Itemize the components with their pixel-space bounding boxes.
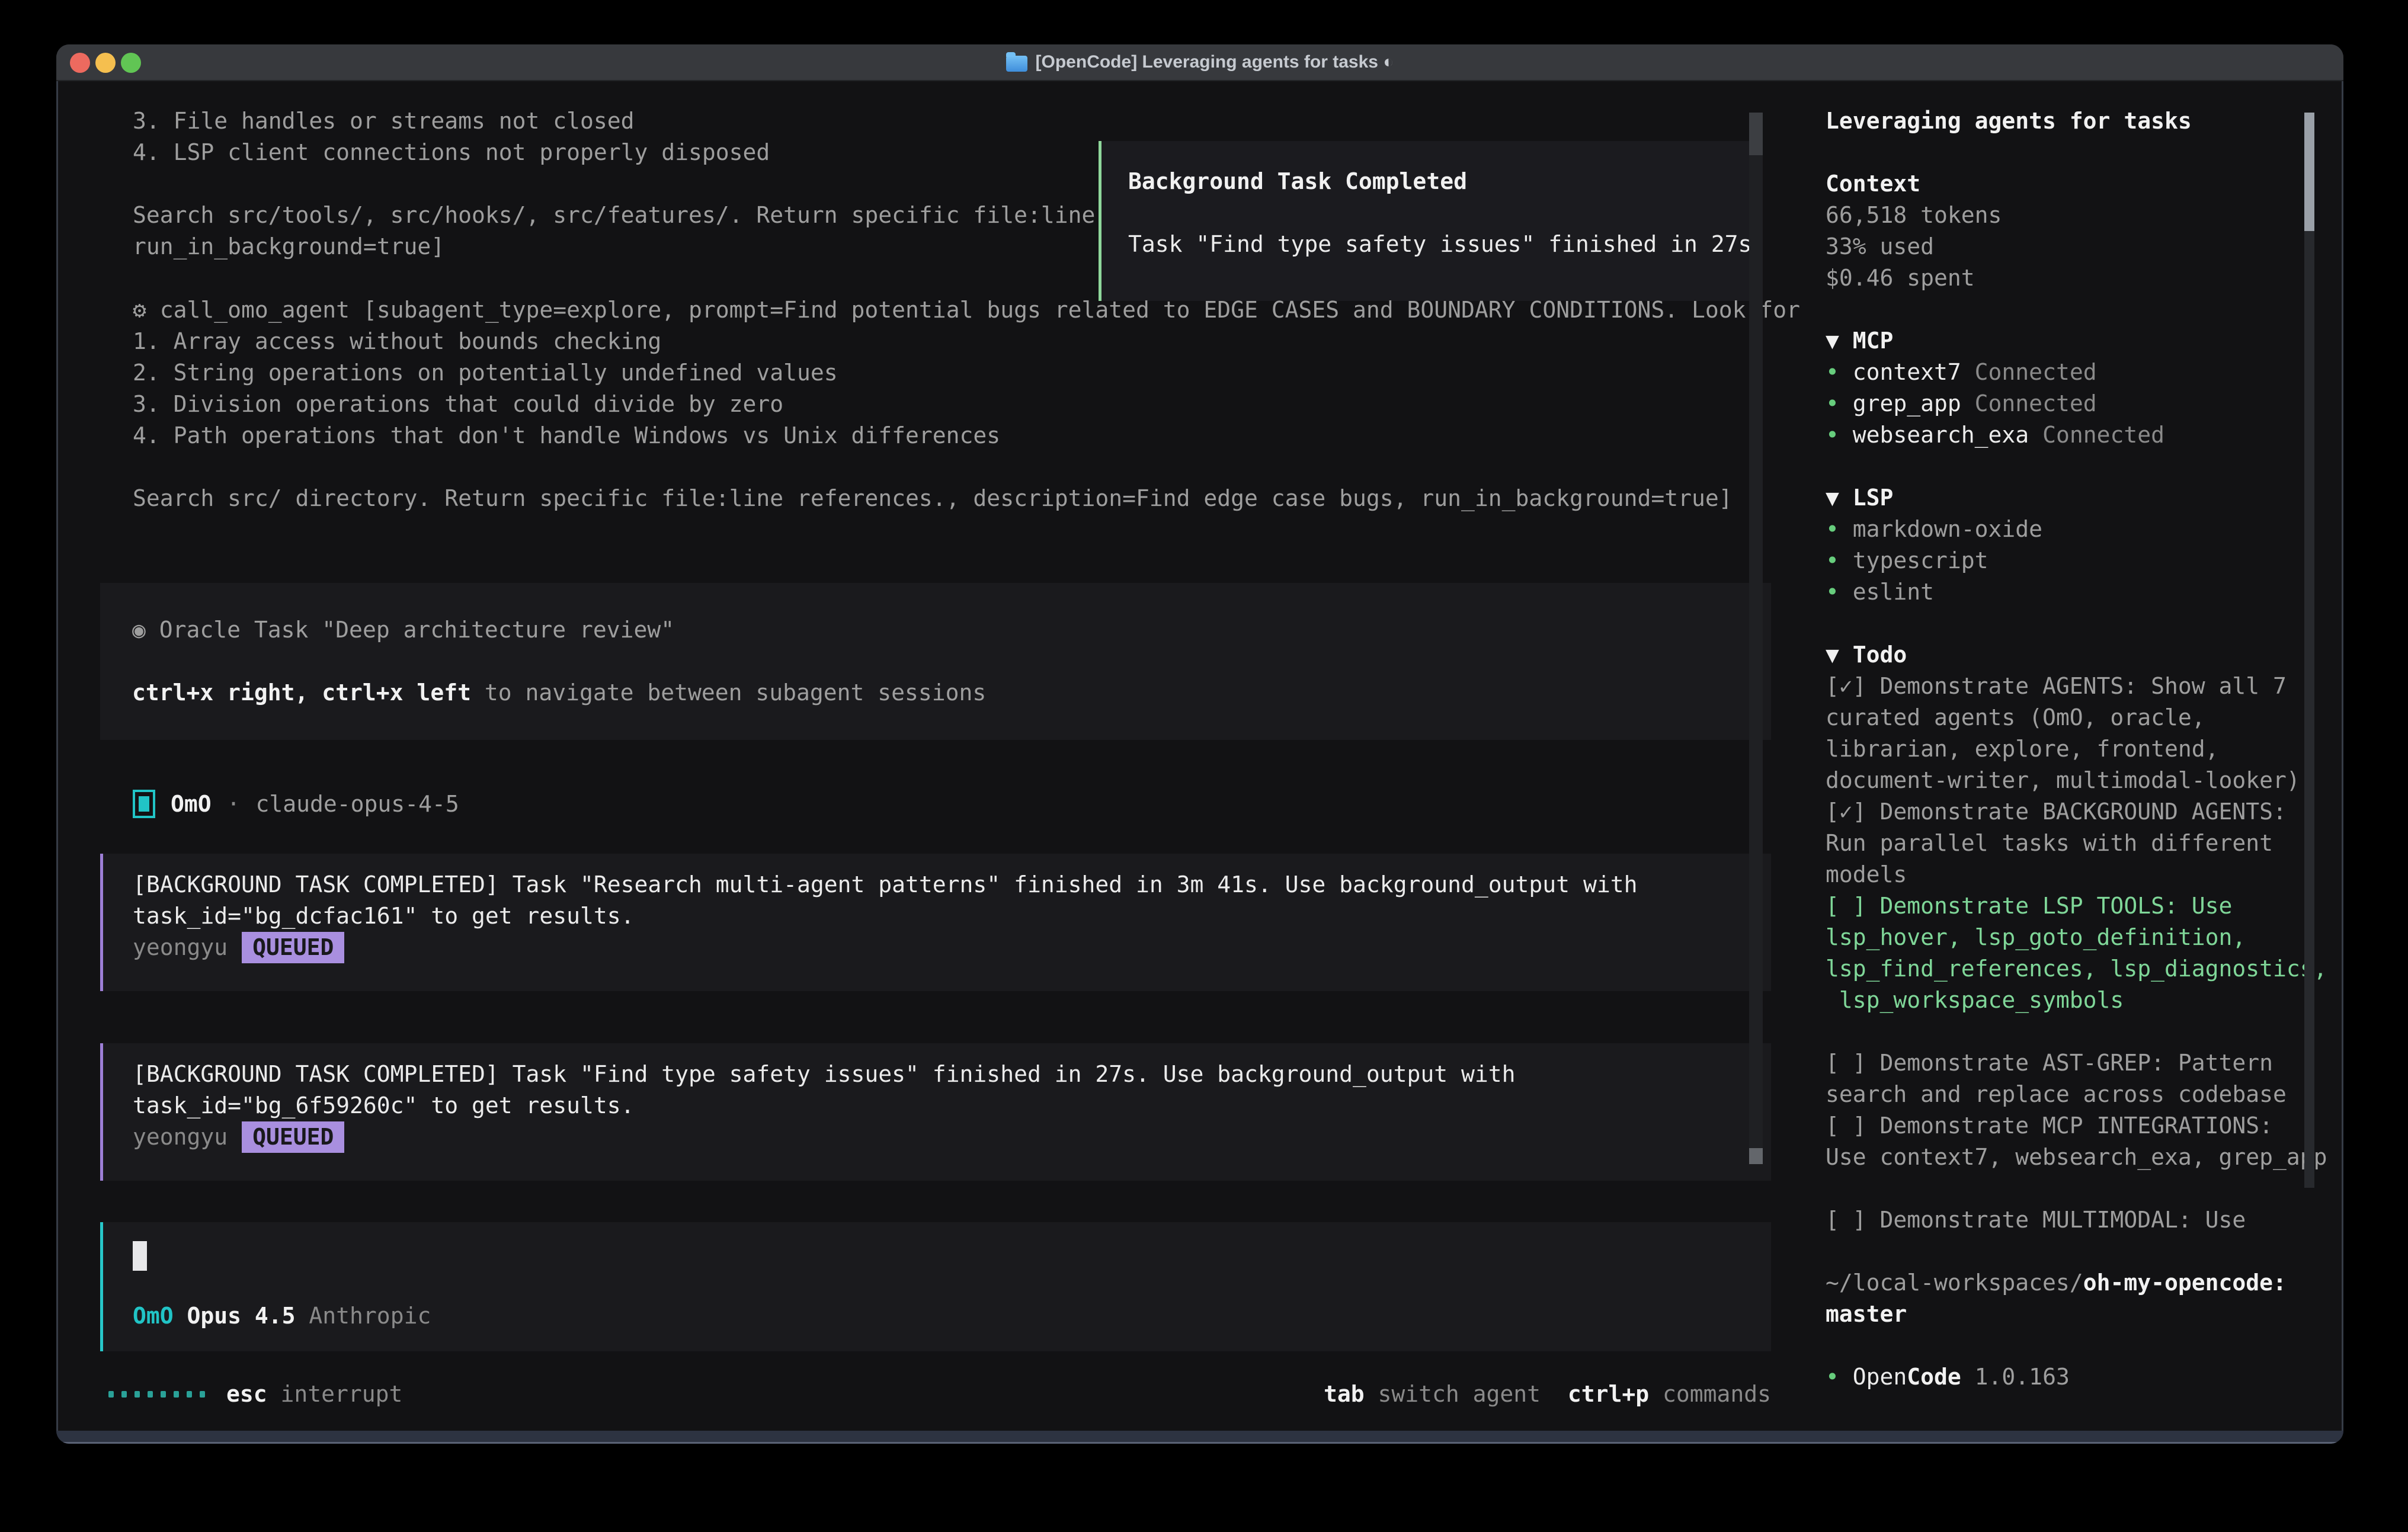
input-provider: Anthropic bbox=[309, 1300, 431, 1332]
task-line2: task_id="bg_6f59260c" to get results. bbox=[133, 1090, 1771, 1121]
oracle-hint-text: to navigate between subagent sessions bbox=[471, 680, 986, 706]
todo-item-pending: [ ] Demonstrate MCP INTEGRATIONS: Use co… bbox=[1826, 1110, 2342, 1173]
green-dot-icon: • bbox=[1826, 516, 1853, 542]
background-task-message: [BACKGROUND TASK COMPLETED] Task "Resear… bbox=[100, 854, 1771, 991]
agent-header: OmO · claude-opus-4-5 bbox=[133, 786, 459, 822]
esc-key-hint: esc bbox=[226, 1379, 267, 1410]
tab-key-label: switch agent bbox=[1365, 1379, 1541, 1410]
oracle-hint-keys: ctrl+x right, ctrl+x left bbox=[132, 680, 471, 706]
window-title: [OpenCode] Leveraging agents for tasks ◐ bbox=[1006, 52, 1394, 72]
status-bar: esc interrupt tab switch agent ctrl+p co… bbox=[108, 1379, 1771, 1410]
input-meta: OmO Opus 4.5 Anthropic bbox=[133, 1300, 1771, 1332]
tool-call-item: 1. Array access without bounds checking bbox=[133, 326, 1800, 357]
oracle-icon: ◉ bbox=[132, 617, 146, 643]
scrollback-line: Search src/tools/, src/hooks/, src/featu… bbox=[133, 200, 1095, 231]
esc-key-label: interrupt bbox=[267, 1379, 403, 1410]
lsp-item: • markdown-oxide bbox=[1826, 514, 2342, 545]
session-sidebar: Leveraging agents for tasks Context 66,5… bbox=[1826, 105, 2342, 1393]
agent-separator: · bbox=[227, 789, 241, 820]
mcp-item: • context7 Connected bbox=[1826, 357, 2342, 388]
status-badge: QUEUED bbox=[242, 932, 344, 963]
close-button[interactable] bbox=[70, 53, 90, 73]
mcp-section-header[interactable]: ▼ MCP bbox=[1826, 325, 2342, 357]
background-task-message: [BACKGROUND TASK COMPLETED] Task "Find t… bbox=[100, 1043, 1771, 1181]
gear-icon: ⚙ bbox=[133, 297, 146, 323]
context-spent: $0.46 spent bbox=[1826, 262, 2342, 294]
lsp-item: • eslint bbox=[1826, 576, 2342, 608]
task-user: yeongyu bbox=[133, 934, 228, 960]
context-tokens: 66,518 tokens bbox=[1826, 200, 2342, 231]
todo-section-header[interactable]: ▼ Todo bbox=[1826, 639, 2342, 671]
input-agent-name: OmO bbox=[133, 1300, 174, 1332]
mcp-item: • websearch_exa Connected bbox=[1826, 419, 2342, 451]
mcp-item: • grep_app Connected bbox=[1826, 388, 2342, 419]
task-line1: [BACKGROUND TASK COMPLETED] Task "Resear… bbox=[133, 869, 1771, 900]
folder-icon bbox=[1006, 56, 1027, 72]
green-dot-icon: • bbox=[1826, 1364, 1853, 1390]
tool-call-item: 4. Path operations that don't handle Win… bbox=[133, 420, 1800, 451]
agent-name: OmO bbox=[171, 789, 212, 820]
toast-title: Background Task Completed bbox=[1128, 166, 1751, 197]
agent-model: claude-opus-4-5 bbox=[256, 789, 459, 820]
tool-call-block: ⚙ call_omo_agent [subagent_type=explore,… bbox=[133, 294, 1800, 514]
window-bottom-strip bbox=[56, 1431, 2343, 1444]
agent-square-icon bbox=[133, 790, 155, 818]
task-line2: task_id="bg_dcfac161" to get results. bbox=[133, 900, 1771, 932]
sidebar-scrollbar-track[interactable] bbox=[2304, 231, 2314, 1188]
tool-call-line: call_omo_agent [subagent_type=explore, p… bbox=[146, 297, 1800, 323]
version-row: • OpenCode 1.0.163 bbox=[1826, 1361, 2342, 1393]
main-scrollbar-thumb[interactable] bbox=[1749, 113, 1763, 155]
tool-call-item: 3. Division operations that could divide… bbox=[133, 389, 1800, 420]
oracle-task-box[interactable]: ◉ Oracle Task "Deep architecture review"… bbox=[100, 583, 1771, 740]
lsp-item: • typescript bbox=[1826, 545, 2342, 576]
tool-call-item: 2. String operations on potentially unde… bbox=[133, 357, 1800, 389]
green-dot-icon: • bbox=[1826, 579, 1853, 605]
window-title-text: [OpenCode] Leveraging agents for tasks ◐ bbox=[1036, 52, 1394, 72]
status-badge: QUEUED bbox=[242, 1121, 344, 1153]
activity-dots-icon bbox=[108, 1391, 205, 1398]
scrollback-line: 3. File handles or streams not closed bbox=[133, 105, 1095, 137]
context-header: Context bbox=[1826, 168, 2342, 200]
workspace-path: ~/local-workspaces/oh-my-opencode: bbox=[1826, 1267, 2342, 1299]
input-model: Opus 4.5 bbox=[174, 1300, 309, 1332]
ctrlp-key-label: commands bbox=[1649, 1379, 1771, 1410]
terminal-content: 3. File handles or streams not closed 4.… bbox=[58, 81, 2342, 1431]
window-titlebar: [OpenCode] Leveraging agents for tasks ◐ bbox=[56, 44, 2343, 81]
zoom-button[interactable] bbox=[121, 53, 141, 73]
sidebar-scrollbar-thumb[interactable] bbox=[2304, 113, 2314, 231]
prompt-input[interactable]: OmO Opus 4.5 Anthropic bbox=[100, 1222, 1771, 1351]
main-scrollbar-end[interactable] bbox=[1749, 1148, 1763, 1164]
screen: [OpenCode] Leveraging agents for tasks ◐… bbox=[0, 0, 2408, 1532]
task-line1: [BACKGROUND TASK COMPLETED] Task "Find t… bbox=[133, 1059, 1771, 1090]
lsp-section-header[interactable]: ▼ LSP bbox=[1826, 482, 2342, 514]
tool-call-tail: Search src/ directory. Return specific f… bbox=[133, 483, 1800, 514]
todo-item-pending: [ ] Demonstrate MULTIMODAL: Use bbox=[1826, 1204, 2342, 1236]
tab-key-hint: tab bbox=[1324, 1379, 1365, 1410]
terminal-window: [OpenCode] Leveraging agents for tasks ◐… bbox=[56, 44, 2343, 1444]
context-used: 33% used bbox=[1826, 231, 2342, 262]
todo-item-done: [✓] Demonstrate BACKGROUND AGENTS: Run p… bbox=[1826, 796, 2342, 890]
workspace-branch: master bbox=[1826, 1299, 2342, 1330]
green-dot-icon: • bbox=[1826, 359, 1853, 385]
todo-item-active: [ ] Demonstrate LSP TOOLS: Use lsp_hover… bbox=[1826, 890, 2342, 1016]
main-scrollbar-track[interactable] bbox=[1749, 113, 1763, 1164]
text-cursor bbox=[133, 1241, 147, 1271]
ctrlp-key-hint: ctrl+p bbox=[1568, 1379, 1649, 1410]
scrollback-line: 4. LSP client connections not properly d… bbox=[133, 137, 1095, 168]
background-task-toast: Background Task Completed Task "Find typ… bbox=[1099, 141, 1754, 301]
oracle-title: Oracle Task "Deep architecture review" bbox=[146, 617, 674, 643]
minimize-button[interactable] bbox=[95, 53, 116, 73]
green-dot-icon: • bbox=[1826, 547, 1853, 573]
traffic-lights bbox=[70, 44, 141, 81]
task-user: yeongyu bbox=[133, 1124, 228, 1150]
todo-item-done: [✓] Demonstrate AGENTS: Show all 7 curat… bbox=[1826, 671, 2342, 796]
toast-body: Task "Find type safety issues" finished … bbox=[1128, 229, 1751, 260]
todo-item-pending: [ ] Demonstrate AST-GREP: Pattern search… bbox=[1826, 1047, 2342, 1110]
green-dot-icon: • bbox=[1826, 390, 1853, 416]
scrollback-text: 3. File handles or streams not closed 4.… bbox=[133, 105, 1095, 262]
green-dot-icon: • bbox=[1826, 422, 1853, 448]
sidebar-title: Leveraging agents for tasks bbox=[1826, 105, 2342, 137]
scrollback-line: run_in_background=true] bbox=[133, 231, 1095, 262]
